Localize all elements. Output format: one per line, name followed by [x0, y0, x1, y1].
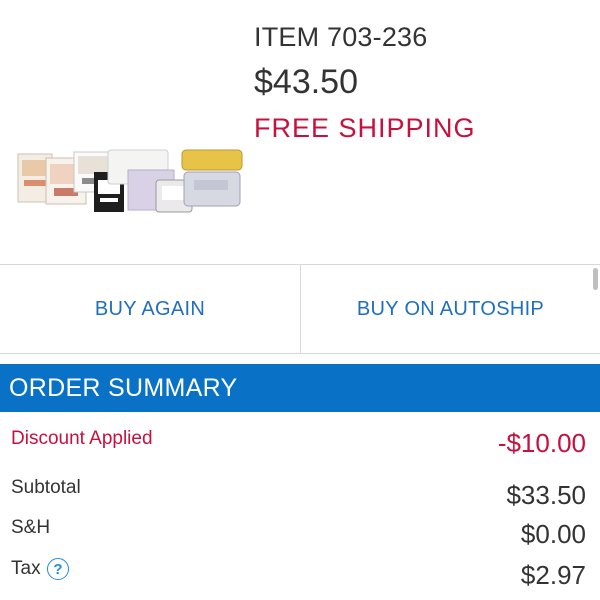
tax-value: $2.97	[520, 560, 586, 590]
product-section: ITEM 703-236 $43.50 FREE SHIPPING	[0, 0, 600, 264]
order-summary-header: ORDER SUMMARY	[0, 364, 600, 412]
item-number: ITEM 703-236	[254, 22, 428, 52]
shipping-handling-label: S&H	[11, 517, 51, 538]
shipping-handling-row: S&H $0.00	[0, 514, 600, 554]
discount-value: -$10.00	[497, 428, 586, 458]
buy-on-autoship-button[interactable]: BUY ON AUTOSHIP	[301, 265, 600, 353]
subtotal-value: $33.50	[506, 480, 586, 510]
free-shipping-label: FREE SHIPPING	[254, 113, 476, 143]
subtotal-label: Subtotal	[11, 477, 81, 498]
product-price: $43.50	[254, 63, 358, 101]
buy-again-button[interactable]: BUY AGAIN	[0, 265, 301, 353]
tax-help-icon[interactable]: ?	[47, 558, 69, 580]
purchase-actions: BUY AGAIN BUY ON AUTOSHIP	[0, 264, 600, 354]
tax-label: Tax	[11, 558, 41, 579]
subtotal-row: Subtotal $33.50	[0, 474, 600, 514]
discount-label: Discount Applied	[11, 428, 153, 449]
product-image[interactable]	[16, 146, 248, 228]
discount-row: Discount Applied -$10.00	[0, 426, 600, 466]
order-summary-title: ORDER SUMMARY	[9, 373, 238, 402]
shipping-handling-value: $0.00	[520, 519, 586, 549]
tax-row: Tax $2.97	[0, 556, 600, 596]
